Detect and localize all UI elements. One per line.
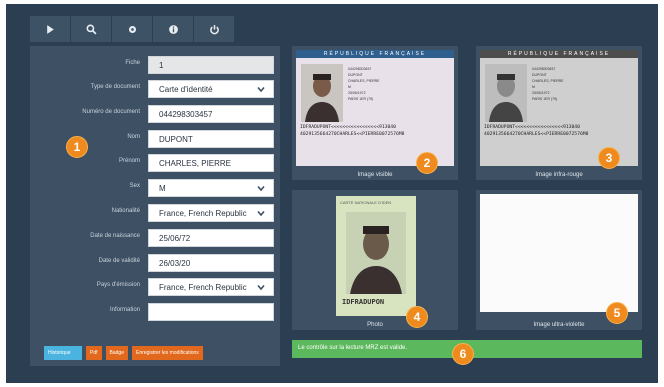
photo-caption: Photo: [367, 322, 383, 328]
form-row-birth-date: Date de naissance 25/06/72: [30, 229, 280, 247]
field-label: Type de document: [90, 84, 140, 90]
field-label: Fiche: [125, 60, 140, 66]
chevron-down-icon: [257, 86, 265, 93]
callout-marker: 6: [452, 343, 474, 365]
portrait-photo: [346, 212, 406, 294]
play-button[interactable]: [30, 16, 71, 42]
card-first-name: CHARLES, PIERRE: [348, 79, 380, 83]
field-label: Prénom: [118, 158, 140, 164]
chevron-down-icon: [257, 210, 265, 217]
mrz-line: 4029135664270CHARLES<<PIERRE0072576M8: [484, 132, 589, 137]
info-icon: [168, 24, 178, 34]
card-place: PARIS 1ER (75): [348, 97, 374, 101]
photo-mrz-fragment: IDFRADUPON: [342, 298, 385, 306]
select-value: Carte d'identité: [159, 85, 213, 94]
form-row-fiche: Fiche 1: [30, 56, 280, 74]
toolbar: [30, 16, 235, 42]
portrait-photo: [485, 64, 527, 122]
card-fields: 044298303457 DUPONT CHARLES, PIERRE M 25…: [348, 66, 380, 102]
select-value: France, French Republic: [159, 209, 247, 218]
first-name-input[interactable]: CHARLES, PIERRE: [148, 154, 274, 172]
nationality-select[interactable]: France, French Republic: [148, 204, 274, 222]
callout-marker: 2: [416, 152, 438, 174]
field-label: Date de validité: [98, 258, 140, 264]
document-type-select[interactable]: Carte d'identité: [148, 80, 274, 98]
last-name-input[interactable]: DUPONT: [148, 130, 274, 148]
infrared-image-caption: Image infra-rouge: [535, 172, 583, 178]
form-row-document-type: Type de document Carte d'identité: [30, 80, 280, 98]
field-label: Information: [109, 307, 140, 313]
mrz-zone: IDFRADUPONT<<<<<<<<<<<<<<<<<913040 40291…: [300, 124, 404, 138]
id-card-visible: RÉPUBLIQUE FRANÇAISE 044298303457 DUPONT…: [296, 50, 454, 166]
card-header: RÉPUBLIQUE FRANÇAISE: [296, 50, 454, 58]
photo-card-header: CARTE NATIONALE D'IDEN: [340, 200, 392, 205]
field-label: Pays d'émission: [96, 282, 140, 288]
select-value: France, French Republic: [159, 283, 247, 292]
expiry-date-input[interactable]: 26/03/20: [148, 254, 274, 272]
field-label: Numéro de document: [82, 109, 140, 115]
card-first-name: CHARLES, PIERRE: [532, 79, 564, 83]
pdf-button[interactable]: Pdf: [86, 346, 102, 360]
save-changes-button[interactable]: Enregistrer les modifications: [131, 346, 203, 360]
form-row-issuing-country: Pays d'émission France, French Republic: [30, 278, 280, 296]
play-icon: [46, 24, 54, 34]
field-label: Sex: [129, 183, 140, 189]
card-fields: 044298303457 DUPONT CHARLES, PIERRE M 25…: [532, 66, 564, 102]
ultraviolet-image-blank: [480, 194, 638, 312]
mrz-line: IDFRADUPONT<<<<<<<<<<<<<<<<<913040: [300, 125, 396, 130]
search-button[interactable]: [71, 16, 112, 42]
visible-image-caption: Image visible: [357, 172, 393, 178]
power-button[interactable]: [194, 16, 235, 42]
field-label: Nom: [127, 134, 140, 140]
form-row-information: Information: [30, 303, 280, 321]
form-row-nationality: Nationalité France, French Republic: [30, 204, 280, 222]
history-button[interactable]: Historique: [44, 346, 82, 360]
photo-crop: CARTE NATIONALE D'IDEN IDFRADUPON: [336, 196, 416, 316]
photo-panel[interactable]: CARTE NATIONALE D'IDEN IDFRADUPON Photo: [292, 190, 458, 330]
mrz-line: 4029135664270CHARLES<<PIERRE0072576M8: [300, 132, 405, 137]
badge-button[interactable]: Badge: [105, 346, 128, 360]
callout-marker: 3: [598, 147, 620, 169]
fiche-field: 1: [148, 56, 274, 74]
callout-marker: 1: [66, 136, 88, 158]
callout-marker: 5: [606, 302, 628, 324]
form-row-sex: Sex M: [30, 179, 280, 197]
select-value: M: [159, 184, 166, 193]
form-row-first-name: Prénom CHARLES, PIERRE: [30, 154, 280, 172]
chevron-down-icon: [257, 284, 265, 291]
document-form: Fiche 1 Type de document Carte d'identit…: [30, 46, 280, 366]
form-row-expiry-date: Date de validité 26/03/20: [30, 254, 280, 272]
information-input[interactable]: [148, 303, 274, 321]
settings-icon: [128, 25, 136, 33]
app-window: Fiche 1 Type de document Carte d'identit…: [6, 4, 658, 383]
sex-select[interactable]: M: [148, 179, 274, 197]
settings-button[interactable]: [112, 16, 153, 42]
form-row-document-number: Numéro de document 044298303457: [30, 105, 280, 123]
chevron-down-icon: [257, 185, 265, 192]
birth-date-input[interactable]: 25/06/72: [148, 229, 274, 247]
info-button[interactable]: [153, 16, 194, 42]
card-header: RÉPUBLIQUE FRANÇAISE: [480, 50, 638, 58]
document-number-input[interactable]: 044298303457: [148, 105, 274, 123]
power-icon: [209, 24, 219, 34]
card-place: PARIS 1ER (75): [532, 97, 558, 101]
form-actions: Historique Pdf Badge Enregistrer les mod…: [44, 346, 203, 360]
issuing-country-select[interactable]: France, French Republic: [148, 278, 274, 296]
mrz-zone: IDFRADUPONT<<<<<<<<<<<<<<<<<913040 40291…: [484, 124, 588, 138]
field-label: Nationalité: [111, 208, 140, 214]
portrait-photo: [301, 64, 343, 122]
search-icon: [86, 24, 97, 35]
field-label: Date de naissance: [90, 233, 140, 239]
mrz-line: IDFRADUPONT<<<<<<<<<<<<<<<<<913040: [484, 125, 580, 130]
callout-marker: 4: [406, 306, 428, 328]
